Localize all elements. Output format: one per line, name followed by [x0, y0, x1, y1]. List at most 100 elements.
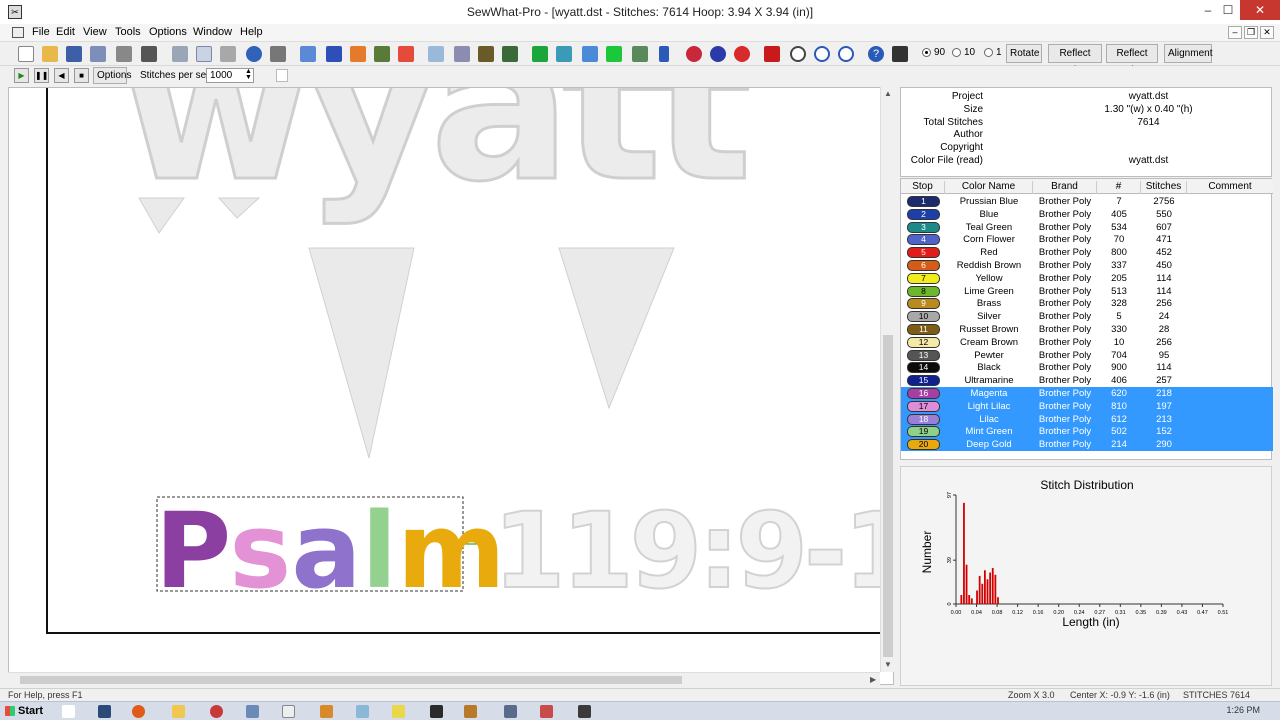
- menu-edit[interactable]: Edit: [52, 26, 79, 38]
- rotate-1-radio[interactable]: [984, 48, 993, 57]
- taskbar-media-icon[interactable]: [430, 705, 443, 718]
- options-button[interactable]: Options: [93, 67, 131, 84]
- document-icon[interactable]: [12, 27, 24, 38]
- reflect-tb-button[interactable]: Reflect T/B: [1106, 44, 1158, 76]
- zoom-in-icon[interactable]: [814, 46, 830, 62]
- split-icon[interactable]: [428, 46, 444, 62]
- zoom-box-icon[interactable]: [300, 46, 316, 62]
- design-canvas[interactable]: wyatt Psalm 119:9-16: [8, 87, 894, 685]
- vertical-scroll-thumb[interactable]: [883, 335, 893, 657]
- menu-tools[interactable]: Tools: [111, 26, 145, 38]
- hoop-icon[interactable]: [326, 46, 342, 62]
- taskbar-blank-icon[interactable]: [62, 705, 75, 718]
- undo-icon[interactable]: [246, 46, 262, 62]
- edit-tool-icon[interactable]: [374, 46, 390, 62]
- fabric-icon[interactable]: [582, 46, 598, 62]
- menu-view[interactable]: View: [79, 26, 111, 38]
- col-color-name[interactable]: Color Name: [945, 181, 1033, 194]
- reflect-lr-button[interactable]: Reflect L/R: [1048, 44, 1102, 76]
- table-row[interactable]: 7 Yellow Brother Poly 205 114: [901, 272, 1273, 285]
- taskbar-note-icon[interactable]: [392, 705, 405, 718]
- table-row[interactable]: 16 Magenta Brother Poly 620 218: [901, 387, 1273, 400]
- menu-options[interactable]: Options: [145, 26, 191, 38]
- zoom-icon[interactable]: [790, 46, 806, 62]
- taskbar-screen-icon[interactable]: [578, 705, 591, 718]
- cut-icon[interactable]: [172, 46, 188, 62]
- table-row[interactable]: 19 Mint Green Brother Poly 502 152: [901, 425, 1273, 439]
- mdi-close-icon[interactable]: ✕: [1260, 26, 1274, 39]
- rotate-90-radio[interactable]: [922, 48, 931, 57]
- scroll-right-icon[interactable]: ▶: [870, 675, 876, 684]
- color-merge-icon[interactable]: [734, 46, 750, 62]
- copy-icon[interactable]: [196, 46, 212, 62]
- image-icon[interactable]: [478, 46, 494, 62]
- table-row[interactable]: 10 Silver Brother Poly 5 24: [901, 310, 1273, 323]
- horizontal-scroll-thumb[interactable]: [20, 676, 682, 684]
- taskbar-firefox-icon[interactable]: [132, 705, 145, 718]
- taskbar-tool-icon[interactable]: [356, 705, 369, 718]
- horizontal-scrollbar[interactable]: ▶: [8, 672, 880, 686]
- menu-file[interactable]: File: [28, 26, 54, 38]
- taskbar-app-icon[interactable]: [210, 705, 223, 718]
- col-stop[interactable]: Stop: [901, 181, 945, 194]
- needle-icon[interactable]: [659, 46, 669, 62]
- close-button[interactable]: ✕: [1240, 0, 1280, 20]
- col-brand[interactable]: Brand: [1033, 181, 1097, 194]
- open-folder-icon[interactable]: [42, 46, 58, 62]
- table-row[interactable]: 18 Lilac Brother Poly 612 213: [901, 412, 1273, 426]
- menu-window[interactable]: Window: [189, 26, 236, 38]
- context-help-icon[interactable]: [892, 46, 908, 62]
- print-preview-icon[interactable]: [141, 46, 157, 62]
- table-row[interactable]: 8 Lime Green Brother Poly 513 114: [901, 285, 1273, 298]
- table-row[interactable]: 14 Black Brother Poly 900 114: [901, 361, 1273, 374]
- save-as-icon[interactable]: [90, 46, 106, 62]
- start-button[interactable]: Start: [2, 703, 46, 720]
- zoom-out-icon[interactable]: [838, 46, 854, 62]
- table-row[interactable]: 9 Brass Brother Poly 328 256: [901, 297, 1273, 310]
- table-row[interactable]: 1 Prussian Blue Brother Poly 7 2756: [901, 195, 1273, 208]
- taskbar-folder-icon[interactable]: [172, 705, 185, 718]
- taskbar-archive-icon[interactable]: [464, 705, 477, 718]
- design-text-selected[interactable]: Psalm: [155, 490, 506, 612]
- help-icon[interactable]: ?: [868, 46, 884, 62]
- table-row[interactable]: 11 Russet Brown Brother Poly 330 28: [901, 323, 1273, 336]
- stop-icon[interactable]: [532, 46, 548, 62]
- color-icon[interactable]: [502, 46, 518, 62]
- table-row[interactable]: 17 Light Lilac Brother Poly 810 197: [901, 399, 1273, 413]
- print-icon[interactable]: [116, 46, 132, 62]
- taskbar-window-icon[interactable]: [504, 705, 517, 718]
- new-file-icon[interactable]: [18, 46, 34, 62]
- table-row[interactable]: 20 Deep Gold Brother Poly 214 290: [901, 438, 1273, 451]
- spinner-arrows-icon[interactable]: ▲ ▼: [244, 68, 253, 82]
- table-row[interactable]: 5 Red Brother Poly 800 452: [901, 246, 1273, 259]
- taskbar-sewwhat-icon[interactable]: [282, 705, 295, 718]
- table-row[interactable]: 15 Ultramarine Brother Poly 406 257: [901, 374, 1273, 387]
- save-icon[interactable]: [66, 46, 82, 62]
- stop-playback-icon[interactable]: ■: [74, 68, 89, 83]
- grid-icon[interactable]: [270, 46, 286, 62]
- table-row[interactable]: 3 Teal Green Brother Poly 534 607: [901, 221, 1273, 234]
- table-row[interactable]: 2 Blue Brother Poly 405 550: [901, 208, 1273, 221]
- col-stitches[interactable]: Stitches: [1141, 181, 1187, 194]
- taskbar-explorer-icon[interactable]: [98, 705, 111, 718]
- rotate-button[interactable]: Rotate: [1006, 44, 1042, 63]
- grid-red-icon[interactable]: [764, 46, 780, 62]
- mdi-minimize-icon[interactable]: –: [1228, 26, 1242, 39]
- table-row[interactable]: 6 Reddish Brown Brother Poly 337 450: [901, 259, 1273, 272]
- col-number[interactable]: #: [1097, 181, 1141, 194]
- thread-icon[interactable]: [632, 46, 648, 62]
- shirt-icon[interactable]: [556, 46, 572, 62]
- paste-icon[interactable]: [220, 46, 236, 62]
- text-tool-icon[interactable]: [350, 46, 366, 62]
- playback-slider[interactable]: [276, 69, 288, 82]
- merge-icon[interactable]: [454, 46, 470, 62]
- table-row[interactable]: 13 Pewter Brother Poly 704 95: [901, 349, 1273, 362]
- alignment-button[interactable]: Alignment: [1164, 44, 1212, 63]
- stitch-order-icon[interactable]: [686, 46, 702, 62]
- col-comment[interactable]: Comment: [1187, 181, 1273, 194]
- taskbar-paint-icon[interactable]: [320, 705, 333, 718]
- background-icon[interactable]: [606, 46, 622, 62]
- pause-icon[interactable]: ❚❚: [34, 68, 49, 83]
- play-icon[interactable]: ▶: [14, 68, 29, 83]
- scroll-down-icon[interactable]: ▼: [884, 660, 892, 669]
